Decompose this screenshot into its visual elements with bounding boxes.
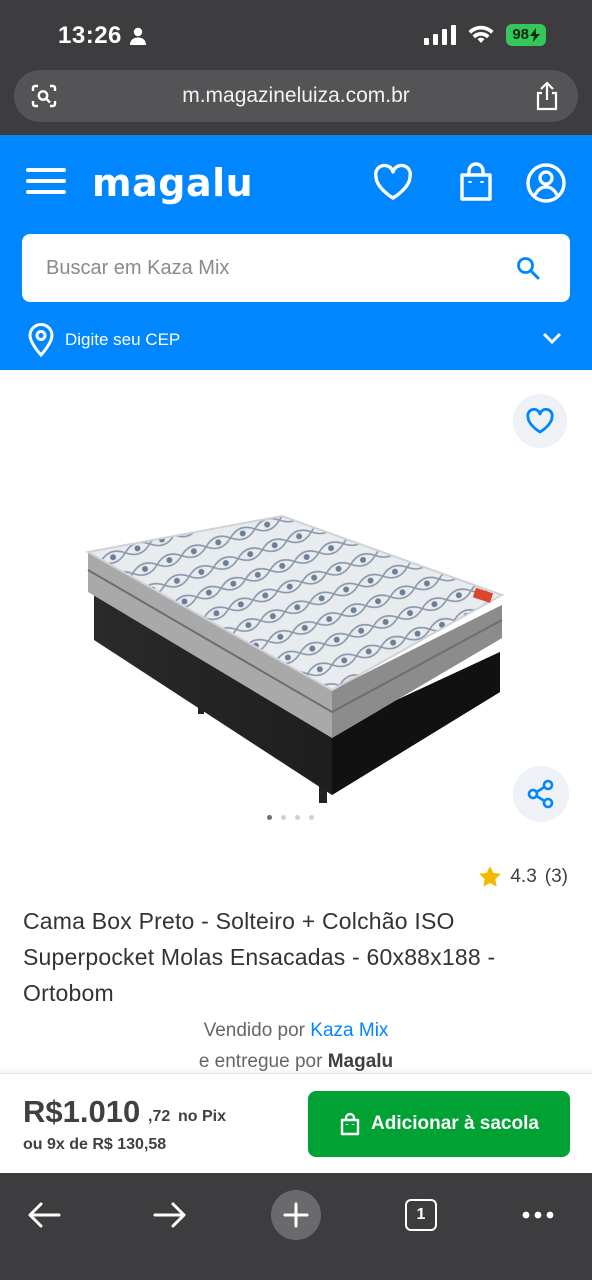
more-options-button[interactable] (508, 1185, 568, 1245)
url-text: m.magazineluiza.com.br (182, 84, 410, 107)
image-pagination[interactable] (267, 815, 314, 820)
forward-button[interactable] (140, 1185, 200, 1245)
magalu-logo[interactable]: magalu (92, 161, 253, 205)
status-indicators: 98 (424, 24, 546, 46)
product-title: Cama Box Preto - Solteiro + Colchão ISO … (23, 908, 496, 1006)
search-input[interactable] (22, 234, 462, 302)
price-main: R$1.010 (23, 1094, 141, 1129)
address-bar[interactable]: m.magazineluiza.com.br (14, 70, 578, 122)
share-nodes-icon (527, 779, 554, 809)
new-tab-button[interactable] (266, 1185, 326, 1245)
seller-link[interactable]: Kaza Mix (310, 1020, 388, 1041)
delivered-by: e entregue por Magalu (0, 1051, 592, 1073)
pagination-dot[interactable] (295, 815, 300, 820)
tabs-button[interactable]: 1 (391, 1185, 451, 1245)
favorites-heart-icon[interactable] (371, 161, 415, 205)
new-tab-circle (271, 1190, 321, 1240)
battery-indicator: 98 (506, 24, 546, 46)
rating-value: 4.3 (510, 865, 537, 887)
share-product-button[interactable] (513, 766, 569, 822)
chevron-down-icon (542, 332, 562, 345)
favorite-product-button[interactable] (513, 394, 567, 448)
purchase-bar: R$1.010 ,72 no Pix ou 9x de R$ 130,58 Ad… (0, 1073, 592, 1173)
price-cents: ,72 (148, 1108, 171, 1125)
menu-line (26, 190, 66, 194)
sold-by: Vendido por Kaza Mix (0, 1020, 592, 1042)
page-lens-icon[interactable] (30, 83, 58, 109)
tabs-count: 1 (405, 1199, 437, 1231)
product-image[interactable] (82, 510, 512, 810)
site-header: magalu Digite seu CEP (0, 135, 592, 370)
status-time: 13:26 (58, 22, 122, 49)
cep-selector[interactable]: Digite seu CEP (0, 323, 592, 359)
ellipsis-icon (522, 1211, 554, 1219)
product-rating[interactable]: 4.3 (3) (478, 865, 568, 888)
bag-icon (340, 1112, 360, 1136)
pagination-dot[interactable] (281, 815, 286, 820)
wifi-icon (468, 25, 494, 43)
add-to-bag-button[interactable]: Adicionar à sacola (308, 1091, 570, 1157)
pagination-dot-active[interactable] (267, 815, 272, 820)
share-icon[interactable] (534, 81, 560, 111)
location-pin-icon (28, 323, 54, 357)
pagination-dot[interactable] (309, 815, 314, 820)
sold-by-prefix: Vendido por (203, 1020, 305, 1041)
arrow-left-icon (28, 1202, 61, 1228)
heart-icon (526, 407, 554, 434)
menu-line (26, 179, 66, 183)
star-icon (479, 866, 502, 887)
back-button[interactable] (14, 1185, 74, 1245)
shopping-bag-icon[interactable] (454, 161, 498, 205)
charging-icon (530, 28, 540, 42)
arrow-right-icon (153, 1202, 186, 1228)
installments: ou 9x de R$ 130,58 (23, 1136, 167, 1153)
delivered-by-prefix: e entregue por (198, 1051, 323, 1072)
browser-toolbar: 1 (0, 1173, 592, 1280)
add-to-bag-label: Adicionar à sacola (371, 1113, 539, 1134)
person-icon (130, 27, 146, 45)
menu-line (26, 168, 66, 172)
account-user-icon[interactable] (524, 161, 568, 205)
price-method: no Pix (178, 1108, 227, 1125)
signal-icon (424, 25, 457, 45)
delivered-by-name: Magalu (327, 1051, 394, 1072)
plus-icon (283, 1202, 309, 1228)
menu-button[interactable] (26, 168, 66, 198)
cep-label: Digite seu CEP (65, 330, 181, 349)
search-box[interactable] (22, 234, 570, 302)
rating-count: (3) (544, 865, 568, 887)
battery-level: 98 (512, 26, 529, 43)
search-icon[interactable] (516, 256, 540, 280)
ios-status-area: 13:26 98 m.magazineluiza.com.br (0, 0, 592, 135)
